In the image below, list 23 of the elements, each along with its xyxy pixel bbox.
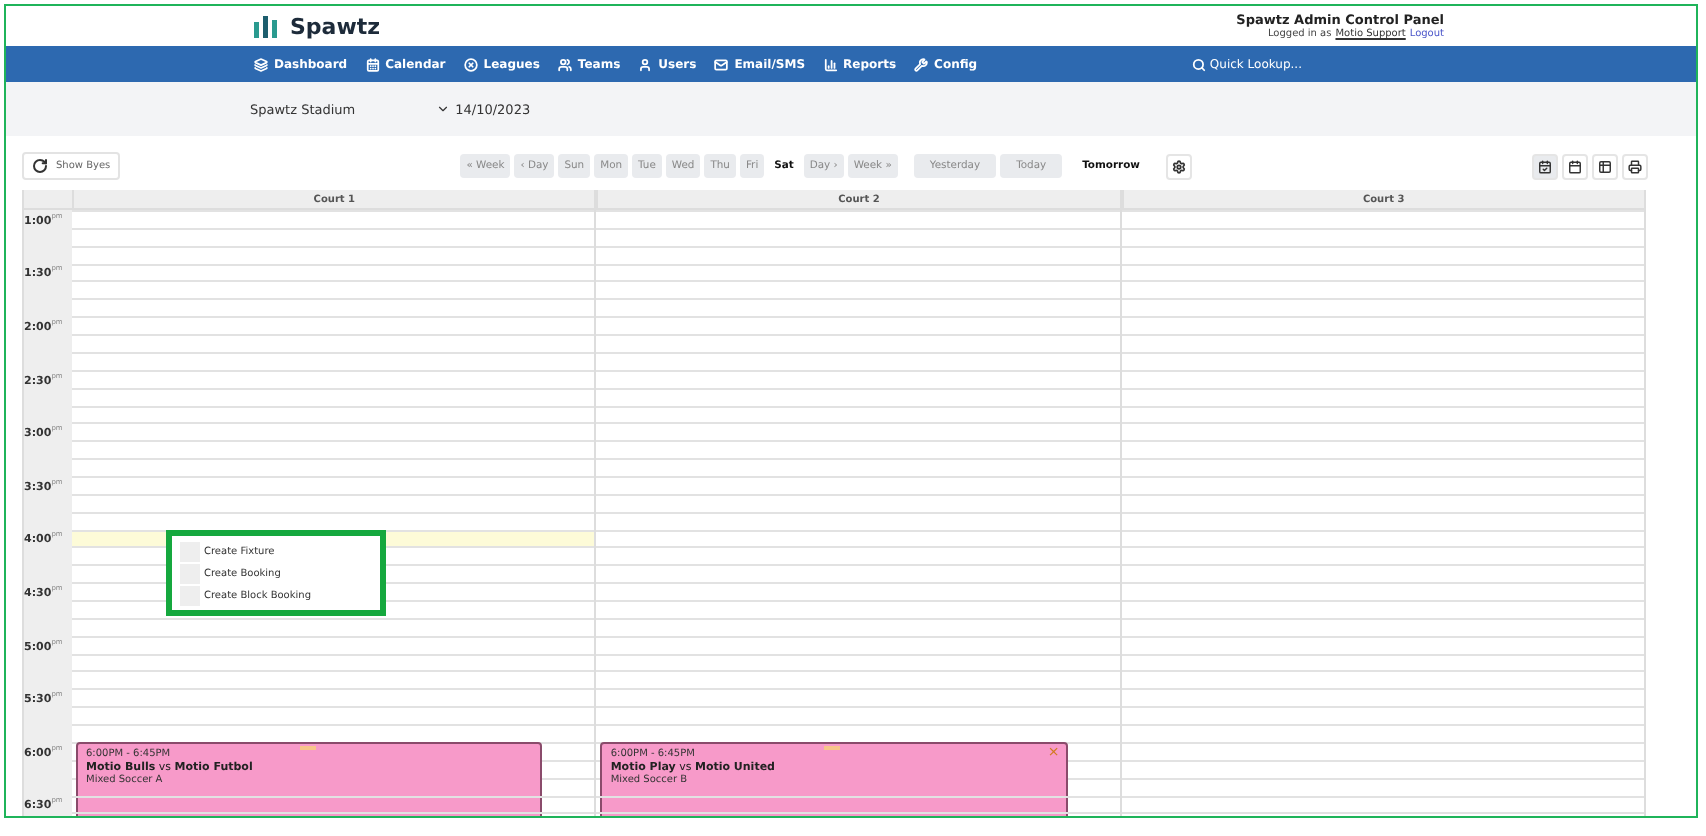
user-icon (638, 57, 653, 71)
calendar-icon (1537, 159, 1552, 173)
calendar-icon (1567, 159, 1582, 173)
settings-button[interactable] (1165, 153, 1192, 179)
view-button[interactable] (1531, 153, 1558, 179)
view-button[interactable] (1591, 153, 1618, 179)
calendar-icon (365, 57, 380, 71)
layers-icon (254, 57, 268, 71)
chevron-icon (435, 102, 450, 116)
x-circle-icon (463, 57, 478, 71)
table-icon (1597, 159, 1612, 173)
view-button[interactable] (1621, 153, 1648, 179)
logo-icon (254, 15, 278, 37)
wrench-icon (914, 57, 929, 71)
view-button[interactable] (1561, 153, 1588, 179)
brand-name: Spawtz (290, 13, 381, 39)
refresh-icon (32, 158, 48, 174)
search-icon (1191, 57, 1206, 71)
print-icon (1627, 159, 1642, 173)
mail-icon (714, 57, 729, 71)
settings-icon (1171, 159, 1186, 173)
users-icon (557, 57, 572, 71)
bar-chart-icon (823, 57, 838, 71)
